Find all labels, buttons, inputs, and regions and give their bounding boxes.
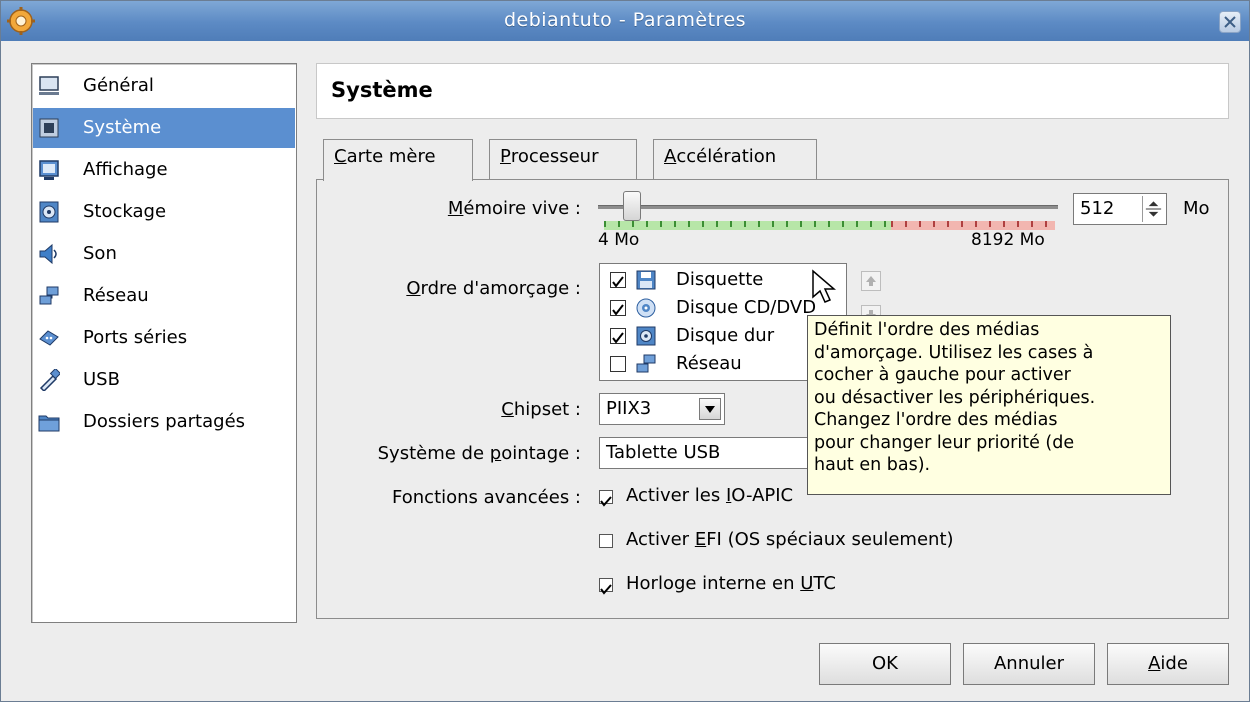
monitor-icon — [39, 76, 59, 95]
serial-port-icon — [39, 330, 59, 346]
tooltip-line: Définit l'ordre des médias — [814, 320, 1040, 340]
sidebar-item-label: Stockage — [83, 201, 167, 222]
settings-window: debiantuto - Paramètres Général Système … — [0, 0, 1250, 702]
tab-label: Processeur — [500, 146, 599, 167]
sidebar-item-label: Réseau — [83, 285, 149, 306]
memory-safe-range — [604, 221, 891, 230]
boot-item-label: Disque dur — [676, 325, 775, 346]
boot-order-label: Ordre d'amorçage : — [406, 278, 581, 299]
speaker-icon — [39, 243, 57, 265]
tab-acceleration[interactable]: Accélération — [653, 139, 817, 179]
memory-unit: Mo — [1183, 198, 1210, 219]
title-bar[interactable]: debiantuto - Paramètres — [1, 1, 1249, 41]
boot-checkbox[interactable] — [610, 328, 626, 344]
tooltip-line: haut en bas). — [814, 455, 931, 475]
window-title: debiantuto - Paramètres — [503, 9, 747, 31]
sidebar-item-label: Ports séries — [83, 327, 188, 348]
utc-checkbox[interactable] — [599, 578, 613, 595]
cancel-button[interactable]: Annuler — [963, 643, 1095, 685]
tooltip-line: d'amorçage. Utilisez les cases à — [814, 342, 1094, 363]
help-button[interactable]: Aide — [1107, 643, 1229, 685]
network-icon — [39, 286, 59, 305]
arrow-up-icon — [866, 276, 876, 286]
boot-checkbox[interactable] — [610, 300, 626, 316]
sidebar-item-serial-ports[interactable]: Ports séries — [33, 318, 295, 358]
sidebar-item-sound[interactable]: Son — [33, 234, 295, 274]
pointing-device-value: Tablette USB — [606, 442, 721, 463]
floppy-icon — [636, 270, 656, 290]
display-icon — [39, 160, 59, 180]
chevron-down-icon — [705, 406, 715, 413]
sidebar-item-shared-folders[interactable]: Dossiers partagés — [33, 402, 295, 442]
tooltip-line: cocher à gauche pour activer — [814, 365, 1071, 385]
pointing-device-label: Système de pointage : — [377, 443, 581, 464]
sidebar-item-network[interactable]: Réseau — [33, 276, 295, 316]
tab-label: Accélération — [664, 146, 777, 167]
sidebar-item-display[interactable]: Affichage — [33, 150, 295, 190]
sidebar-item-label: Affichage — [83, 159, 168, 180]
memory-slider-handle[interactable] — [623, 191, 641, 221]
hard-disk-icon — [636, 326, 656, 346]
dropdown-button[interactable] — [699, 398, 721, 420]
chipset-combobox[interactable]: PIIX3 — [599, 393, 725, 425]
memory-unsafe-range — [891, 221, 1055, 230]
memory-spinbox[interactable]: 512 — [1073, 193, 1167, 225]
memory-label: Mémoire vive : — [447, 198, 581, 219]
memory-slider-track[interactable] — [598, 205, 1058, 209]
cd-icon — [636, 298, 656, 318]
sidebar-item-label: USB — [83, 369, 120, 390]
close-icon — [1224, 16, 1236, 28]
boot-item-label: Disquette — [676, 269, 764, 290]
ioapic-label[interactable]: Activer les IO-APIC — [626, 485, 793, 506]
boot-item-label: Réseau — [676, 353, 742, 374]
disk-icon — [39, 201, 59, 223]
tooltip-line: pour changer leur priorité (de — [814, 432, 1075, 453]
usb-icon — [39, 369, 60, 391]
sidebar-item-general[interactable]: Général — [33, 66, 295, 106]
settings-category-list[interactable]: Général Système Affichage Stockage Son R… — [31, 63, 297, 623]
boot-order-tooltip: Définit l'ordre des médias d'amorçage. U… — [807, 315, 1171, 495]
advanced-features-label: Fonctions avancées : — [392, 487, 581, 508]
tooltip-line: Changez l'ordre des médias — [814, 410, 1058, 430]
mouse-pointer-icon — [812, 269, 837, 303]
boot-item-label: Disque CD/DVD — [676, 297, 817, 318]
close-button[interactable] — [1219, 11, 1241, 33]
sidebar-item-label: Dossiers partagés — [83, 411, 246, 432]
section-header: Système — [316, 63, 1229, 119]
boot-checkbox[interactable] — [610, 356, 626, 372]
sidebar-item-storage[interactable]: Stockage — [33, 192, 295, 232]
network-icon — [636, 354, 656, 373]
tab-processor[interactable]: Processeur — [489, 139, 637, 179]
folder-icon — [38, 415, 60, 432]
chip-icon — [39, 118, 59, 138]
boot-checkbox[interactable] — [610, 272, 626, 288]
sidebar-item-usb[interactable]: USB — [33, 360, 295, 400]
tooltip-line: ou désactiver les périphériques. — [814, 387, 1096, 408]
chipset-label: Chipset : — [501, 399, 581, 420]
sidebar-item-system[interactable]: Système — [33, 108, 295, 148]
memory-value: 512 — [1080, 198, 1115, 219]
efi-label[interactable]: Activer EFI (OS spéciaux seulement) — [626, 529, 954, 550]
chipset-value: PIIX3 — [606, 398, 652, 419]
move-up-button[interactable] — [861, 271, 881, 291]
page-title: Système — [331, 78, 433, 102]
ioapic-checkbox[interactable] — [599, 490, 613, 507]
tab-motherboard[interactable]: Carte mère — [323, 139, 473, 181]
tab-label: Carte mère — [334, 146, 436, 167]
sidebar-item-label: Son — [83, 243, 117, 264]
utc-label[interactable]: Horloge interne en UTC — [626, 573, 836, 594]
sidebar-item-label: Système — [83, 117, 162, 138]
spin-arrows-icon[interactable] — [1142, 196, 1164, 222]
ok-button[interactable]: OK — [819, 643, 951, 685]
memory-max-label: 8192 Mo — [971, 230, 1045, 250]
efi-checkbox[interactable] — [599, 534, 613, 548]
memory-min-label: 4 Mo — [598, 230, 640, 250]
sidebar-item-label: Général — [83, 75, 154, 96]
